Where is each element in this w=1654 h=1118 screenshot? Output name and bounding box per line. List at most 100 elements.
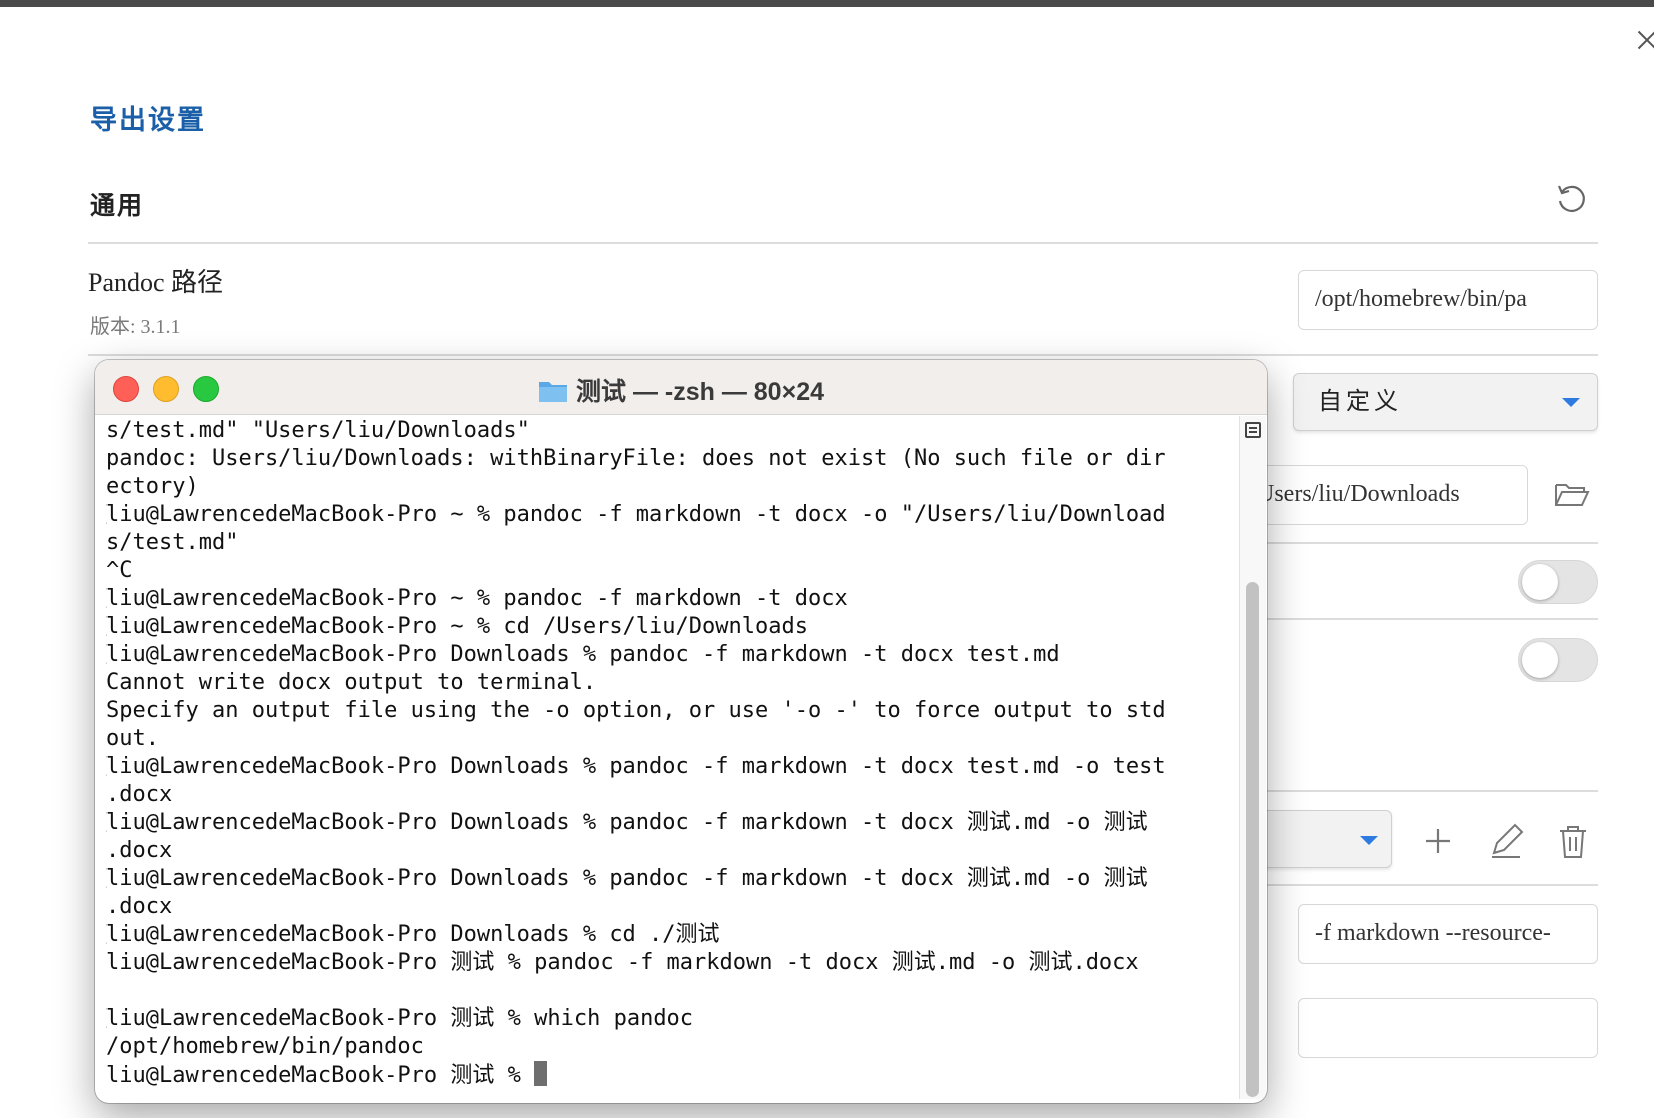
section-general-title: 通用 bbox=[90, 193, 145, 220]
divider bbox=[1265, 884, 1598, 886]
chevron-down-icon bbox=[1562, 398, 1580, 407]
terminal-line-text: .docx bbox=[106, 782, 173, 807]
terminal-line: pandoc: Users/liu/Downloads: withBinaryF… bbox=[106, 445, 1236, 473]
plus-icon[interactable] bbox=[1418, 821, 1458, 861]
output-dir-input[interactable]: Users/liu/Downloads bbox=[1240, 465, 1528, 525]
profile-select-value: 自定义 bbox=[1318, 389, 1402, 415]
terminal-line-text: liu@LawrencedeMacBook-Pro 测试 % pandoc -f… bbox=[106, 950, 1139, 975]
terminal-window[interactable]: 测试 — -zsh — 80×24 s/test.md" "Users/liu/… bbox=[95, 360, 1267, 1103]
terminal-line-text: liu@LawrencedeMacBook-Pro Downloads % pa… bbox=[106, 866, 1148, 891]
folder-icon bbox=[539, 382, 567, 402]
pandoc-path-input[interactable]: /opt/homebrew/bin/pa bbox=[1298, 270, 1598, 330]
terminal-line-text: liu@LawrencedeMacBook-Pro Downloads % cd… bbox=[106, 922, 720, 947]
terminal-line: ectory) bbox=[106, 473, 1236, 501]
line-mark-right: ] bbox=[1234, 921, 1236, 949]
toggle-knob bbox=[1522, 642, 1558, 678]
toggle-switch[interactable] bbox=[1518, 560, 1598, 604]
terminal-line-text: ectory) bbox=[106, 474, 199, 499]
top-bar bbox=[0, 0, 1654, 7]
terminal-line: s/test.md" bbox=[106, 529, 1236, 557]
profile-select[interactable]: 自定义 bbox=[1293, 373, 1598, 431]
terminal-line-text: .docx bbox=[106, 894, 173, 919]
line-mark-right: ] bbox=[1234, 585, 1236, 613]
terminal-line: [liu@LawrencedeMacBook-Pro Downloads % p… bbox=[106, 641, 1236, 669]
terminal-line: s/test.md" "Users/liu/Downloads" bbox=[106, 417, 1236, 445]
line-mark-right: ] bbox=[1234, 501, 1236, 529]
line-mark-right: ] bbox=[1234, 753, 1236, 781]
line-mark-left: [ bbox=[106, 865, 110, 893]
pandoc-version: 版本: 3.1.1 bbox=[90, 316, 181, 338]
terminal-output[interactable]: s/test.md" "Users/liu/Downloads" pandoc: … bbox=[106, 417, 1236, 1097]
line-mark-left: [ bbox=[106, 641, 110, 669]
terminal-line: [liu@LawrencedeMacBook-Pro ~ % pandoc -f… bbox=[106, 501, 1236, 529]
terminal-line: [liu@LawrencedeMacBook-Pro ~ % pandoc -f… bbox=[106, 585, 1236, 613]
line-mark-right: ] bbox=[1234, 613, 1236, 641]
terminal-line-text: liu@LawrencedeMacBook-Pro Downloads % pa… bbox=[106, 810, 1148, 835]
pencil-icon[interactable] bbox=[1486, 821, 1526, 861]
divider bbox=[88, 354, 1598, 356]
terminal-line: .docx bbox=[106, 781, 1236, 809]
line-mark-left: [ bbox=[106, 585, 110, 613]
line-mark-left: [ bbox=[106, 501, 110, 529]
terminal-line-text: /opt/homebrew/bin/pandoc bbox=[106, 1034, 424, 1059]
line-mark-right: ] bbox=[1234, 809, 1236, 837]
settings-title: 导出设置 bbox=[90, 105, 206, 135]
terminal-line: Cannot write docx output to terminal. bbox=[106, 669, 1236, 697]
terminal-title: 测试 — -zsh — 80×24 bbox=[95, 372, 1267, 408]
divider bbox=[1265, 618, 1598, 620]
terminal-line-text: Specify an output file using the -o opti… bbox=[106, 698, 1166, 723]
terminal-line: [liu@LawrencedeMacBook-Pro Downloads % c… bbox=[106, 921, 1236, 949]
terminal-line: .docx bbox=[106, 893, 1236, 921]
divider bbox=[1265, 790, 1598, 792]
terminal-title-text: 测试 — -zsh — 80×24 bbox=[576, 378, 824, 406]
terminal-line-text: Cannot write docx output to terminal. bbox=[106, 670, 597, 695]
terminal-line: [liu@LawrencedeMacBook-Pro Downloads % p… bbox=[106, 809, 1236, 837]
terminal-line: liu@LawrencedeMacBook-Pro 测试 % pandoc -f… bbox=[106, 949, 1236, 977]
scrollbar-thumb[interactable] bbox=[1246, 582, 1259, 1097]
terminal-line: [liu@LawrencedeMacBook-Pro ~ % cd /Users… bbox=[106, 613, 1236, 641]
terminal-line-text: liu@LawrencedeMacBook-Pro 测试 % which pan… bbox=[106, 1006, 694, 1031]
line-mark-left: [ bbox=[106, 809, 110, 837]
toggle-switch[interactable] bbox=[1518, 638, 1598, 682]
chevron-down-icon bbox=[1360, 836, 1378, 845]
divider bbox=[1265, 542, 1598, 544]
terminal-line: /opt/homebrew/bin/pandoc bbox=[106, 1033, 1236, 1061]
close-icon[interactable] bbox=[1636, 28, 1654, 52]
terminal-line-text: out. bbox=[106, 726, 159, 751]
terminal-line: out. bbox=[106, 725, 1236, 753]
terminal-line-text: pandoc: Users/liu/Downloads: withBinaryF… bbox=[106, 446, 1166, 471]
terminal-line: ^C bbox=[106, 557, 1236, 585]
line-mark-left: [ bbox=[106, 753, 110, 781]
pandoc-args-input[interactable]: -f markdown --resource- bbox=[1298, 904, 1598, 964]
line-mark-left: [ bbox=[106, 613, 110, 641]
terminal-line: liu@LawrencedeMacBook-Pro 测试 % bbox=[106, 1061, 1236, 1089]
terminal-line-text: s/test.md" bbox=[106, 530, 239, 555]
terminal-line-text: liu@LawrencedeMacBook-Pro ~ % pandoc -f … bbox=[106, 502, 1166, 527]
line-mark-right: ] bbox=[1234, 641, 1236, 669]
pandoc-path-label: Pandoc 路径 bbox=[88, 268, 224, 297]
line-mark-left: [ bbox=[106, 921, 110, 949]
folder-open-icon[interactable] bbox=[1552, 475, 1592, 515]
scroll-marks-icon[interactable] bbox=[1245, 422, 1261, 438]
trash-icon[interactable] bbox=[1553, 821, 1593, 861]
terminal-line-text: ^C bbox=[106, 558, 133, 583]
terminal-line-text: s/test.md" "Users/liu/Downloads" bbox=[106, 418, 530, 443]
text-cursor bbox=[534, 1061, 548, 1086]
line-mark-left: [ bbox=[106, 1005, 110, 1033]
divider bbox=[88, 242, 1598, 244]
line-mark-right: ] bbox=[1234, 865, 1236, 893]
terminal-titlebar[interactable]: 测试 — -zsh — 80×24 bbox=[95, 360, 1267, 415]
toggle-knob bbox=[1522, 564, 1558, 600]
terminal-line-text: liu@LawrencedeMacBook-Pro Downloads % pa… bbox=[106, 642, 1060, 667]
line-mark-right: ] bbox=[1234, 1005, 1236, 1033]
empty-input[interactable] bbox=[1298, 998, 1598, 1058]
terminal-line: [liu@LawrencedeMacBook-Pro Downloads % p… bbox=[106, 865, 1236, 893]
reset-icon[interactable] bbox=[1554, 182, 1588, 216]
terminal-line: [liu@LawrencedeMacBook-Pro Downloads % p… bbox=[106, 753, 1236, 781]
terminal-line: [liu@LawrencedeMacBook-Pro 测试 % which pa… bbox=[106, 1005, 1236, 1033]
terminal-line-text: liu@LawrencedeMacBook-Pro ~ % pandoc -f … bbox=[106, 586, 848, 611]
terminal-line-text: liu@LawrencedeMacBook-Pro Downloads % pa… bbox=[106, 754, 1166, 779]
terminal-line-text: liu@LawrencedeMacBook-Pro 测试 % bbox=[106, 1063, 535, 1088]
terminal-line-text: .docx bbox=[106, 838, 173, 863]
